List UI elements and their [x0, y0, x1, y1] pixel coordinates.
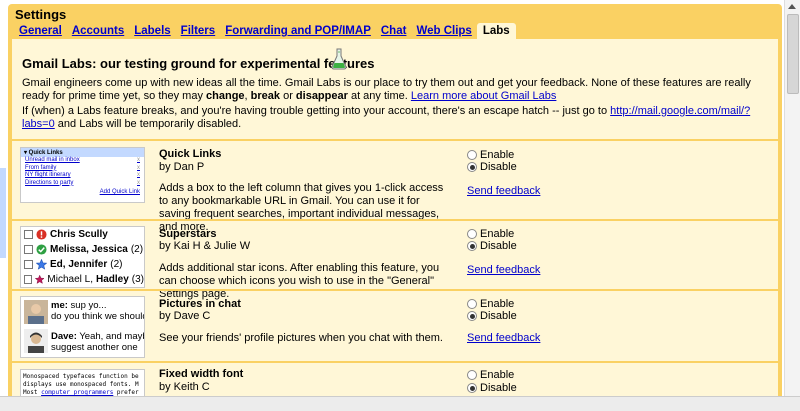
- escape-text-a: If (when) a Labs feature breaks, and you…: [22, 105, 611, 117]
- radio-button-selected[interactable]: [467, 383, 477, 393]
- feature-name: Fixed width font: [159, 368, 244, 380]
- tab-labels[interactable]: Labels: [129, 24, 175, 39]
- tab-chat[interactable]: Chat: [376, 24, 412, 39]
- feature-name: Quick Links: [159, 148, 222, 160]
- purple-star-icon: [34, 274, 45, 284]
- settings-tabs: General Accounts Labels Filters Forwardi…: [14, 22, 516, 39]
- tab-general[interactable]: General: [14, 24, 67, 39]
- vertical-scrollbar[interactable]: [784, 0, 800, 396]
- red-exclamation-icon: [36, 229, 47, 240]
- flask-icon: [331, 48, 347, 70]
- escape-text-b: and Labs will be temporarily disabled.: [54, 118, 242, 130]
- labs-escape-note: If (when) a Labs feature breaks, and you…: [22, 105, 772, 131]
- tab-forwarding[interactable]: Forwarding and POP/IMAP: [220, 24, 376, 39]
- fixed-width-font-thumbnail: Monospaced typefaces function be display…: [20, 369, 145, 396]
- blue-star-icon: [36, 259, 47, 270]
- feature-author: by Dave C: [159, 310, 211, 322]
- intro-text-b: at any time.: [347, 90, 411, 102]
- intro-change: change: [206, 90, 245, 102]
- tab-web-clips[interactable]: Web Clips: [411, 24, 476, 39]
- feature-row-quick-links: ▾ Quick Links Unread mail in inbox x From…: [12, 139, 778, 233]
- checkbox: [24, 260, 33, 269]
- fixed-width-enable-radio[interactable]: Enable: [467, 369, 514, 381]
- checkbox: [24, 245, 33, 254]
- labs-intro: Gmail engineers come up with new ideas a…: [22, 77, 772, 103]
- radio-button-selected[interactable]: [467, 241, 477, 251]
- scrollbar-thumb[interactable]: [787, 14, 799, 94]
- scroll-up-arrow-icon[interactable]: [788, 4, 796, 9]
- radio-button-selected[interactable]: [467, 162, 477, 172]
- intro-or: or: [280, 90, 296, 102]
- status-bar: [0, 396, 800, 411]
- left-nav-strip: [0, 0, 6, 411]
- feature-name: Pictures in chat: [159, 298, 241, 310]
- chat-line: Dave: Yeah, and maybe: [51, 331, 144, 342]
- superstars-feedback-link[interactable]: Send feedback: [467, 264, 540, 276]
- list-item: Melissa, Jessica (2): [21, 242, 144, 257]
- left-nav-highlight: [0, 168, 6, 258]
- intro-break: break: [250, 90, 281, 102]
- checkbox: [24, 230, 33, 239]
- pictures-feedback-link[interactable]: Send feedback: [467, 332, 540, 344]
- avatar: [24, 329, 48, 353]
- green-check-icon: [36, 244, 47, 255]
- radio-button[interactable]: [467, 150, 477, 160]
- list-item: Directions to party x: [25, 179, 140, 186]
- quick-links-feedback-link[interactable]: Send feedback: [467, 185, 540, 197]
- learn-more-link[interactable]: Learn more about Gmail Labs: [411, 90, 557, 102]
- labs-panel: Gmail Labs: our testing ground for exper…: [12, 39, 778, 396]
- quick-links-thumb-add: Add Quick Link: [99, 189, 140, 195]
- quick-links-thumbnail: ▾ Quick Links Unread mail in inbox x From…: [20, 147, 145, 203]
- settings-container: Settings General Accounts Labels Filters…: [8, 4, 782, 396]
- superstars-thumbnail: Chris Scully Melissa, Jessica (2) Ed, Jen…: [20, 226, 145, 288]
- feature-row-pictures-in-chat: me: sup yo... do you think we should Dav…: [12, 289, 778, 361]
- feature-row-fixed-width-font: Monospaced typefaces function be display…: [12, 361, 778, 396]
- feature-name: Superstars: [159, 228, 217, 240]
- radio-button[interactable]: [467, 299, 477, 309]
- radio-button[interactable]: [467, 229, 477, 239]
- list-item: NY flight itinerary x: [25, 172, 140, 178]
- list-item: Unread mail in inbox x: [25, 157, 140, 163]
- list-item: Chris Scully: [21, 227, 144, 242]
- checkbox: [24, 275, 32, 284]
- fixed-width-disable-radio[interactable]: Disable: [467, 382, 517, 394]
- superstars-enable-radio[interactable]: Enable: [467, 228, 514, 240]
- list-item: From family x: [25, 164, 140, 171]
- tab-accounts[interactable]: Accounts: [67, 24, 129, 39]
- radio-button[interactable]: [467, 370, 477, 380]
- quick-links-enable-radio[interactable]: Enable: [467, 149, 514, 161]
- pictures-in-chat-thumbnail: me: sup yo... do you think we should Dav…: [20, 296, 145, 358]
- settings-title: Settings: [15, 7, 67, 22]
- pictures-enable-radio[interactable]: Enable: [467, 298, 514, 310]
- superstars-disable-radio[interactable]: Disable: [467, 240, 517, 252]
- feature-description: See your friends' profile pictures when …: [159, 332, 443, 344]
- chat-line: me: sup yo...: [51, 300, 107, 311]
- feature-row-superstars: Chris Scully Melissa, Jessica (2) Ed, Jen…: [12, 219, 778, 300]
- list-item: Ed, Jennifer (2): [21, 257, 144, 272]
- feature-author: by Keith C: [159, 381, 210, 393]
- labs-title: Gmail Labs: our testing ground for exper…: [22, 56, 375, 71]
- feature-author: by Kai H & Julie W: [159, 240, 251, 252]
- chat-line: suggest another one: [51, 342, 138, 353]
- pictures-disable-radio[interactable]: Disable: [467, 310, 517, 322]
- feature-author: by Dan P: [159, 161, 205, 173]
- chat-line: do you think we should: [51, 311, 145, 322]
- list-item: Michael L, Hadley (3): [21, 272, 144, 287]
- avatar: [24, 300, 48, 324]
- radio-button-selected[interactable]: [467, 311, 477, 321]
- tab-labs[interactable]: Labs: [476, 23, 516, 39]
- quick-links-thumb-header: ▾ Quick Links: [21, 148, 144, 157]
- tab-filters[interactable]: Filters: [176, 24, 221, 39]
- monospace-sample: Monospaced typefaces function be display…: [23, 373, 139, 396]
- quick-links-disable-radio[interactable]: Disable: [467, 161, 517, 173]
- intro-disappear: disappear: [295, 90, 348, 102]
